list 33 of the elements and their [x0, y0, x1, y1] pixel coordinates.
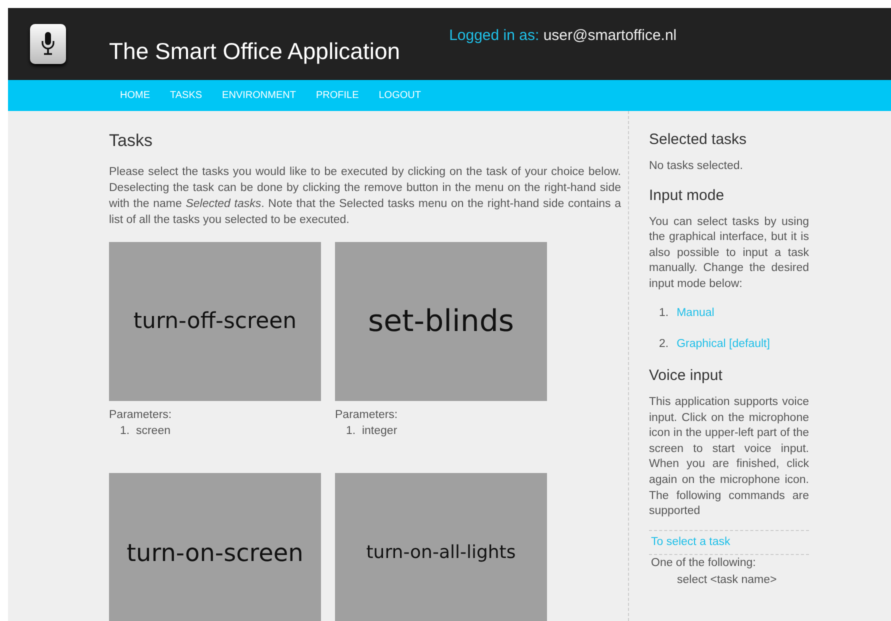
input-mode-text: You can select tasks by using the graphical interface, but it is also possible to input a task manually. Change the desired input mode below:: [649, 214, 809, 292]
parameters-label: Parameters:: [335, 408, 399, 424]
task-tile[interactable]: turn-on-all-lights: [335, 473, 547, 621]
command-syntax: select <task name>: [676, 573, 777, 588]
nav-link[interactable]: LOGOUT: [368, 88, 431, 103]
app-title: The Smart Office Application: [109, 36, 400, 66]
task-tile[interactable]: turn-off-screen: [109, 242, 321, 402]
section-heading: Input mode: [649, 186, 726, 205]
section-heading: Selected tasks: [649, 131, 748, 149]
mode-link[interactable]: Manual: [676, 304, 714, 322]
empty-message: No tasks selected.: [649, 159, 744, 174]
microphone-icon: [41, 31, 55, 57]
command-intro: One of the following:: [651, 556, 756, 572]
intro-paragraph: Please select the tasks you would like to be executed by clicking on the task of your choice below. Deselecting the task can be done by clicking the remove button in the menu on the right-hand side with the name Selected tasks. Note that the Selected tasks menu on the right-hand side contains a list of all the tasks you selected to be executed.: [109, 165, 621, 228]
mode-link[interactable]: Graphical [default]: [676, 336, 770, 354]
list-number: 1.: [659, 306, 669, 321]
list-number: 2.: [659, 336, 669, 352]
task-tile[interactable]: turn-on-screen: [109, 473, 321, 621]
voice-input-text: This application supports voice input. Click on the microphone icon in the upper-left part of the screen to start voice input. When you are finished, click again on the microphone icon. The following commands are supported: [649, 395, 809, 520]
parameter-item: 1. screen: [119, 424, 172, 440]
page-heading: Tasks: [109, 131, 154, 152]
parameters-label: Parameters:: [109, 408, 173, 424]
command-link[interactable]: To select a task: [651, 536, 730, 548]
task-tile[interactable]: set-blinds: [335, 242, 547, 402]
user-email: user@smartoffice.nl: [543, 26, 677, 44]
nav-link[interactable]: TASKS: [160, 88, 212, 103]
microphone-button[interactable]: [30, 24, 66, 64]
section-heading: Voice input: [649, 367, 724, 386]
login-label: Logged in as:: [449, 26, 540, 44]
nav-link[interactable]: PROFILE: [306, 88, 369, 103]
nav-link[interactable]: ENVIRONMENT: [212, 88, 306, 103]
parameter-item: 1. integer: [345, 424, 398, 440]
nav-link[interactable]: HOME: [110, 88, 160, 103]
